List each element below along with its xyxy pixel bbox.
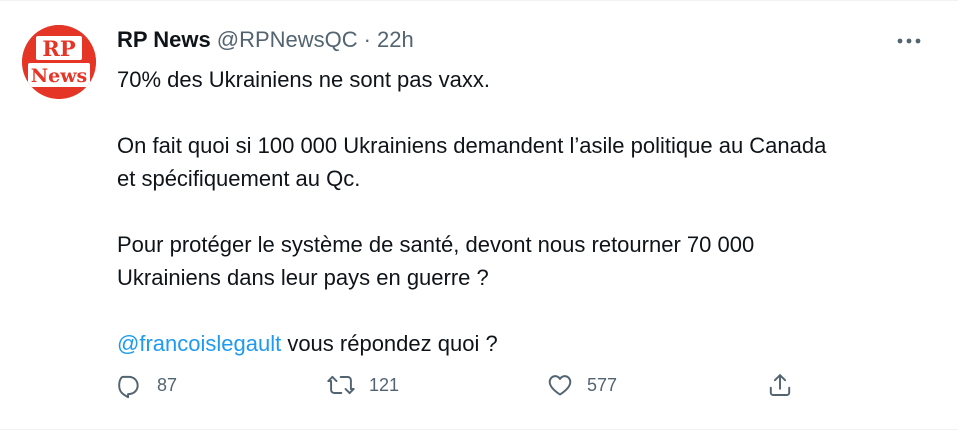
like-button[interactable]: 577 xyxy=(547,368,617,402)
more-options-button[interactable] xyxy=(894,31,924,51)
tweet-text: 70% des Ukrainiens ne sont pas vaxx. On … xyxy=(117,63,917,360)
reply-button[interactable]: 87 xyxy=(117,368,177,402)
retweet-icon xyxy=(327,375,355,395)
tweet-line: On fait quoi si 100 000 Ukrainiens deman… xyxy=(117,133,827,158)
tweet-line: et spécifiquement au Qc. xyxy=(117,166,361,191)
heart-icon xyxy=(548,375,572,396)
timestamp[interactable]: 22h xyxy=(377,27,414,53)
avatar[interactable]: RP News xyxy=(22,25,96,99)
more-horizontal-icon xyxy=(897,38,921,44)
user-handle[interactable]: @RPNewsQC xyxy=(217,27,358,53)
tweet-line: Ukrainiens dans leur pays en guerre ? xyxy=(117,265,489,290)
tweet-line-mention: @francoislegault vous répondez quoi ? xyxy=(117,327,917,360)
separator-dot: · xyxy=(363,27,371,52)
share-icon xyxy=(769,374,791,396)
avatar-text-bottom: News xyxy=(31,65,88,87)
tweet-header: RP News @RPNewsQC · 22h xyxy=(117,25,414,55)
like-count: 577 xyxy=(587,374,618,395)
tweet-actions: 87 121 577 xyxy=(117,368,807,402)
rp-news-logo: RP News xyxy=(22,25,96,99)
reply-count: 87 xyxy=(157,374,178,395)
mention-link[interactable]: @francoislegault xyxy=(117,331,281,356)
share-button[interactable] xyxy=(767,368,793,402)
reply-icon xyxy=(118,375,139,398)
tweet-line: Pour protéger le système de santé, devon… xyxy=(117,232,755,257)
display-name[interactable]: RP News xyxy=(117,27,211,53)
tweet-line: 70% des Ukrainiens ne sont pas vaxx. xyxy=(117,67,490,92)
avatar-text-top: RP xyxy=(42,36,75,61)
mention-suffix: vous répondez quoi ? xyxy=(281,331,498,356)
tweet-card[interactable]: RP News RP News @RPNewsQC · 22h 70% des … xyxy=(0,0,958,430)
retweet-count: 121 xyxy=(369,374,400,395)
retweet-button[interactable]: 121 xyxy=(327,368,399,402)
